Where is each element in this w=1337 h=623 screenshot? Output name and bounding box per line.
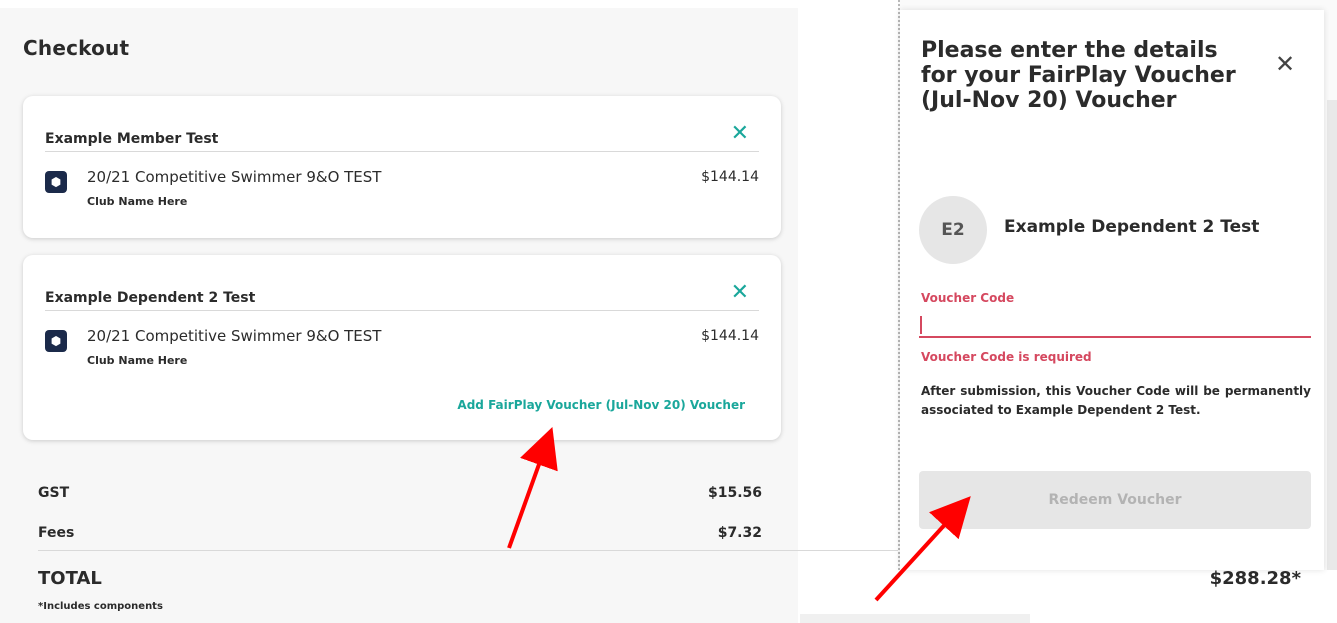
package-icon: ⬢ [45,171,67,193]
gst-row: GST $15.56 [38,485,762,509]
gst-label: GST [38,485,70,501]
cart-item: ⬢ 20/21 Competitive Swimmer 9&O TEST Clu… [45,325,759,369]
gst-value: $15.56 [707,485,762,501]
avatar: E2 [919,196,987,264]
remove-member-close-icon[interactable]: ✕ [731,123,749,145]
total-row: TOTAL $288.28* [38,568,1301,598]
dependent-cart-card: Example Dependent 2 Test ✕ ⬢ 20/21 Compe… [23,255,781,440]
modal-close-icon[interactable]: ✕ [1275,52,1295,76]
voucher-code-error: Voucher Code is required [921,350,1092,364]
page-title: Checkout [23,36,130,60]
item-price: $144.14 [701,328,759,344]
backdrop-edge [1327,100,1337,570]
item-club: Club Name Here [87,195,188,208]
dependent-name: Example Dependent 2 Test [1004,217,1260,237]
remove-member-close-icon[interactable]: ✕ [731,282,749,304]
card-header: Example Member Test ✕ [45,121,759,152]
total-label: TOTAL [38,568,102,589]
voucher-modal: Please enter the details for your FairPl… [900,10,1324,570]
fees-value: $7.32 [717,525,762,541]
text-cursor [920,316,922,334]
voucher-code-label: Voucher Code [921,291,1015,305]
card-header: Example Dependent 2 Test ✕ [45,280,759,311]
package-icon: ⬢ [45,330,67,352]
item-price: $144.14 [701,169,759,185]
item-name: 20/21 Competitive Swimmer 9&O TEST [87,327,382,345]
voucher-code-input[interactable] [919,310,1311,338]
item-club: Club Name Here [87,354,188,367]
total-value: $288.28* [1209,568,1301,589]
bottom-strip [800,614,1030,623]
member-name: Example Dependent 2 Test [45,290,256,306]
redeem-voucher-button[interactable]: Redeem Voucher [919,471,1311,529]
checkout-panel: Checkout Example Member Test ✕ ⬢ 20/21 C… [0,8,798,623]
cart-item: ⬢ 20/21 Competitive Swimmer 9&O TEST Clu… [45,166,759,210]
member-name: Example Member Test [45,131,219,147]
add-voucher-link[interactable]: Add FairPlay Voucher (Jul-Nov 20) Vouche… [457,398,745,412]
submission-notice: After submission, this Voucher Code will… [921,384,1311,417]
fees-row: Fees $7.32 [38,525,762,549]
total-note: *Includes components [38,601,163,612]
fees-label: Fees [38,525,75,541]
member-cart-card: Example Member Test ✕ ⬢ 20/21 Competitiv… [23,96,781,238]
item-name: 20/21 Competitive Swimmer 9&O TEST [87,168,382,186]
modal-title: Please enter the details for your FairPl… [921,38,1236,113]
